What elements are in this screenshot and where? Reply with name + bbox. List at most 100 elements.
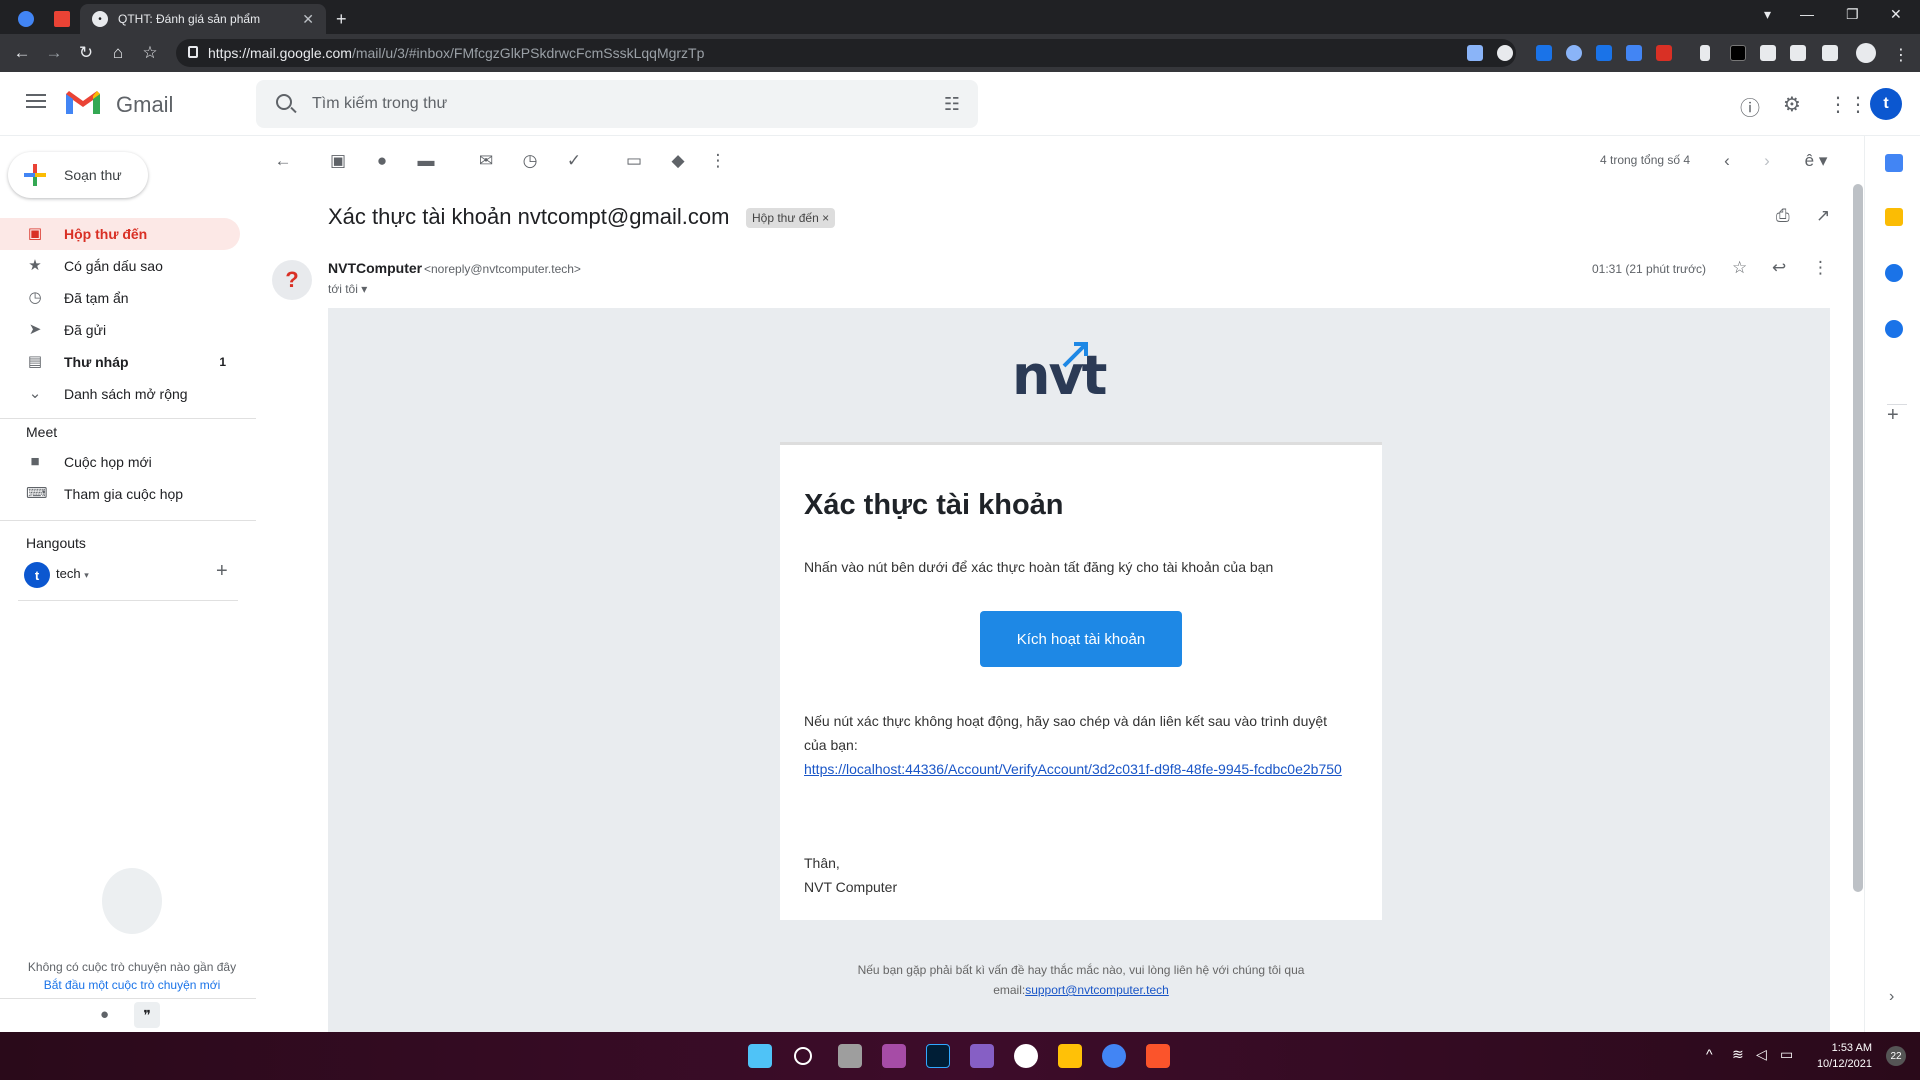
- visual-studio-icon[interactable]: [970, 1044, 994, 1068]
- home-icon[interactable]: ⌂: [102, 43, 134, 63]
- pinned-tab-gmail[interactable]: [54, 4, 74, 34]
- search-bar[interactable]: Tìm kiếm trong thư ☷: [256, 80, 978, 128]
- input-tools-icon[interactable]: ê ▾: [1796, 150, 1836, 172]
- sidebar-item-drafts[interactable]: ▤ Thư nháp 1: [0, 346, 240, 378]
- recipient-details[interactable]: tới tôi ▾: [328, 282, 367, 296]
- volume-icon[interactable]: ◁: [1756, 1046, 1767, 1063]
- snooze-icon[interactable]: ◷: [519, 150, 541, 172]
- extension-icon[interactable]: [1596, 45, 1612, 61]
- report-spam-icon[interactable]: ●: [371, 150, 393, 172]
- qr-icon[interactable]: [1467, 45, 1483, 61]
- task-view-icon[interactable]: [838, 1044, 862, 1068]
- download-icon[interactable]: [1822, 45, 1838, 61]
- move-to-icon[interactable]: ▭: [623, 150, 645, 172]
- photoshop-icon[interactable]: [926, 1044, 950, 1068]
- hangouts-user[interactable]: tech ▾: [56, 566, 89, 581]
- scrollbar[interactable]: [1853, 184, 1863, 892]
- close-window-icon[interactable]: ✕: [1890, 6, 1902, 23]
- extension-icon[interactable]: [1566, 45, 1582, 61]
- menu-kebab-icon[interactable]: ⋮: [1893, 45, 1909, 64]
- back-icon[interactable]: ←: [6, 43, 38, 63]
- minimize-icon[interactable]: —: [1800, 6, 1814, 22]
- sidebar-item-sent[interactable]: ➤ Đã gửi: [0, 314, 240, 346]
- add-chat-icon[interactable]: +: [216, 560, 228, 583]
- meet-join-meeting[interactable]: ⌨ Tham gia cuộc họp: [0, 478, 240, 510]
- compose-button[interactable]: Soạn thư: [8, 152, 148, 198]
- hangouts-quote-icon[interactable]: ❞: [134, 1002, 160, 1028]
- account-avatar[interactable]: t: [1870, 88, 1902, 120]
- add-task-icon[interactable]: ✓: [563, 150, 585, 172]
- person-icon[interactable]: ●: [100, 1006, 109, 1023]
- extension-icon[interactable]: [1700, 45, 1710, 61]
- help-icon[interactable]: ⓘ: [1740, 92, 1760, 121]
- support-email-link[interactable]: support@nvtcomputer.tech: [1025, 983, 1169, 997]
- new-tab-button[interactable]: +: [336, 4, 356, 34]
- more-actions-icon[interactable]: ⋮: [707, 150, 729, 172]
- back-to-inbox-icon[interactable]: ←: [272, 150, 294, 172]
- sidebar-item-snoozed[interactable]: ◷ Đã tạm ẩn: [0, 282, 240, 314]
- brave-icon[interactable]: [1146, 1044, 1170, 1068]
- meet-new-meeting[interactable]: ■ Cuộc họp mới: [0, 446, 240, 478]
- verify-link[interactable]: https://localhost:44336/Account/VerifyAc…: [804, 757, 1344, 781]
- maximize-icon[interactable]: ❐: [1846, 6, 1859, 23]
- taskbar-clock[interactable]: 1:53 AM 10/12/2021: [1817, 1040, 1872, 1072]
- sidebar-item-more[interactable]: ⌄ Danh sách mở rộng: [0, 378, 240, 410]
- start-chat-link[interactable]: Bắt đầu một cuộc trò chuyện mới: [20, 976, 244, 994]
- start-icon[interactable]: [748, 1044, 772, 1068]
- search-options-icon[interactable]: ☷: [944, 94, 960, 115]
- extension-icon[interactable]: [1656, 45, 1672, 61]
- close-tab-icon[interactable]: ✕: [302, 11, 314, 28]
- keep-icon[interactable]: [1885, 208, 1903, 226]
- newer-icon[interactable]: ‹: [1716, 150, 1738, 172]
- activate-account-button[interactable]: Kích hoạt tài khoản: [980, 611, 1182, 667]
- search-icon[interactable]: [276, 94, 292, 110]
- reload-icon[interactable]: ↻: [70, 43, 102, 63]
- print-icon[interactable]: ⎙: [1776, 206, 1790, 226]
- chrome-icon[interactable]: [1102, 1044, 1126, 1068]
- sidebar-item-inbox[interactable]: ▣ Hộp thư đến: [0, 218, 240, 250]
- tab-search-icon[interactable]: ▾: [1764, 6, 1771, 23]
- main-menu-icon[interactable]: [26, 94, 46, 108]
- active-tab[interactable]: • QTHT: Đánh giá sản phẩm ✕: [80, 4, 326, 34]
- extensions-puzzle-icon[interactable]: [1760, 45, 1776, 61]
- remove-label-icon[interactable]: ×: [822, 211, 829, 225]
- battery-icon[interactable]: ▭: [1780, 1046, 1793, 1063]
- tray-expand-icon[interactable]: ^: [1706, 1046, 1713, 1062]
- hide-panel-icon[interactable]: ›: [1889, 988, 1894, 1006]
- archive-icon[interactable]: ▣: [327, 150, 349, 172]
- inbox-label-chip[interactable]: Hộp thư đến ×: [746, 208, 836, 228]
- file-explorer-icon[interactable]: [1058, 1044, 1082, 1068]
- search-icon[interactable]: [794, 1047, 812, 1065]
- forward-icon[interactable]: →: [38, 43, 70, 63]
- calendar-icon[interactable]: [1885, 154, 1903, 172]
- notification-badge[interactable]: 22: [1886, 1046, 1906, 1066]
- extension-icon[interactable]: [1730, 45, 1746, 61]
- open-new-window-icon[interactable]: ↗: [1816, 206, 1830, 226]
- translate-icon[interactable]: [1626, 45, 1642, 61]
- wifi-icon[interactable]: ≋: [1732, 1046, 1744, 1063]
- delete-icon[interactable]: ▬: [415, 150, 437, 172]
- tasks-icon[interactable]: [1885, 264, 1903, 282]
- crop-icon[interactable]: [1790, 45, 1806, 61]
- reply-icon[interactable]: ↩: [1772, 258, 1786, 278]
- github-icon[interactable]: [1014, 1044, 1038, 1068]
- star-icon[interactable]: ☆: [1732, 258, 1747, 278]
- contacts-icon[interactable]: [1885, 320, 1903, 338]
- extension-icon[interactable]: [1536, 45, 1552, 61]
- phpstorm-icon[interactable]: [882, 1044, 906, 1068]
- label-icon[interactable]: ◆: [667, 150, 689, 172]
- search-input[interactable]: Tìm kiếm trong thư: [312, 95, 447, 113]
- pinned-tab-1[interactable]: [18, 4, 38, 34]
- address-bar[interactable]: https://mail.google.com/mail/u/3/#inbox/…: [176, 39, 1516, 67]
- profile-avatar[interactable]: [1856, 43, 1876, 63]
- bookmark-star-icon[interactable]: ☆: [134, 43, 166, 63]
- get-addons-icon[interactable]: +: [1887, 404, 1899, 427]
- sender-name[interactable]: NVTComputer: [328, 260, 422, 276]
- apps-grid-icon[interactable]: ⋮⋮: [1828, 92, 1868, 117]
- sidebar-item-starred[interactable]: ★ Có gắn dấu sao: [0, 250, 240, 282]
- more-icon[interactable]: ⋮: [1812, 258, 1829, 278]
- star-icon[interactable]: [1497, 45, 1513, 61]
- hangouts-avatar[interactable]: t: [24, 562, 50, 588]
- settings-gear-icon[interactable]: ⚙: [1783, 92, 1801, 117]
- mark-unread-icon[interactable]: ✉: [475, 150, 497, 172]
